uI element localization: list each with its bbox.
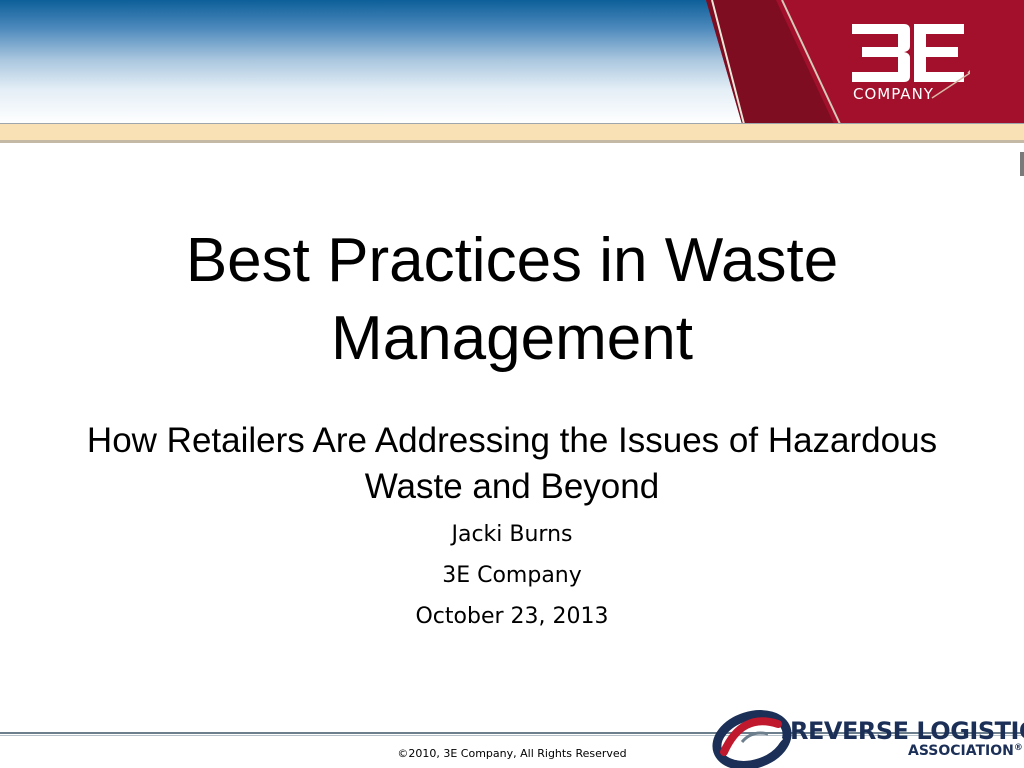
presenter-company: 3E Company: [442, 563, 582, 588]
rla-name: REVERSE LOGISTICS: [790, 717, 1024, 745]
presenter-name: Jacki Burns: [451, 522, 573, 547]
rla-subtitle-text: ASSOCIATION: [908, 743, 1014, 759]
header-tan-band: [0, 124, 1024, 140]
rla-swirl-icon: [712, 710, 792, 768]
slide-title: Best Practices in Waste Management: [185, 226, 839, 373]
registered-mark: ®: [1013, 743, 1023, 753]
rla-subtitle: ASSOCIATION®: [908, 743, 1023, 759]
logo-company-word: COMPANY: [853, 85, 934, 103]
side-marker: [1020, 152, 1024, 176]
slide-subtitle: How Retailers Are Addressing the Issues …: [86, 421, 938, 506]
slide: COMPANY Best Practices in Waste Manageme…: [0, 0, 1024, 768]
copyright-notice: ©2010, 3E Company, All Rights Reserved: [397, 747, 627, 760]
header-divider-bottom: [0, 140, 1024, 143]
presentation-date: October 23, 2013: [415, 604, 609, 629]
